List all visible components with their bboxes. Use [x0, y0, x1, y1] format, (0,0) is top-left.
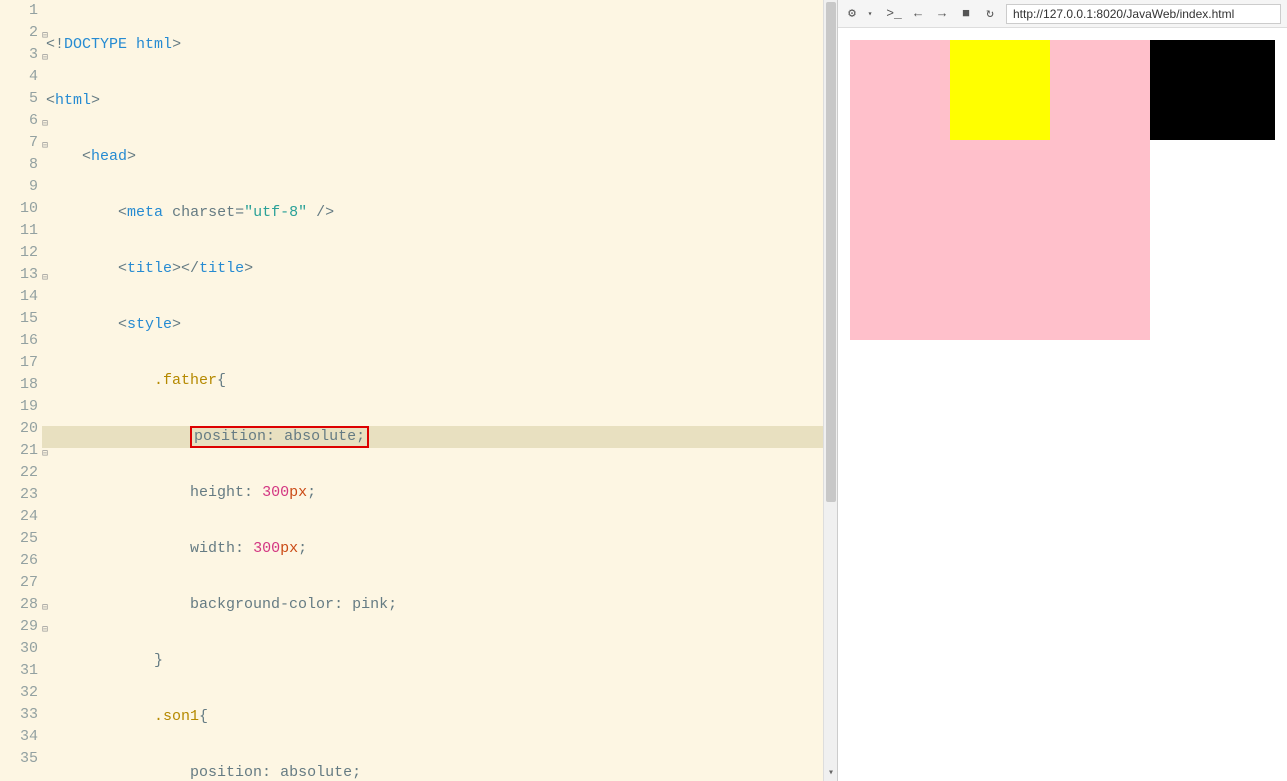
- code-editor[interactable]: 12⊟3⊟456⊟7⊟8910111213⊟1415161718192021⊟2…: [0, 0, 838, 781]
- doctype: DOCTYPE: [64, 36, 127, 53]
- pink-box: [850, 40, 1150, 340]
- chevron-down-icon[interactable]: ▾: [862, 6, 878, 22]
- browser-preview: ⚙ ▾ >_ ← → ■ ↻: [838, 0, 1287, 781]
- terminal-icon[interactable]: >_: [886, 6, 902, 22]
- gear-icon[interactable]: ⚙: [844, 6, 860, 22]
- scrollbar-thumb[interactable]: [826, 2, 836, 502]
- refresh-icon[interactable]: ↻: [982, 6, 998, 22]
- black-box: [1150, 40, 1275, 140]
- yellow-box: [950, 40, 1050, 140]
- preview-viewport: [838, 28, 1287, 781]
- editor-scrollbar[interactable]: ▴ ▾: [823, 0, 837, 781]
- line-gutter: 12⊟3⊟456⊟7⊟8910111213⊟1415161718192021⊟2…: [0, 0, 42, 781]
- preview-toolbar: ⚙ ▾ >_ ← → ■ ↻: [838, 0, 1287, 28]
- stop-icon[interactable]: ■: [958, 6, 974, 22]
- emphasis-red-box: position: absolute;: [190, 426, 369, 448]
- forward-icon[interactable]: →: [934, 6, 950, 22]
- code-content[interactable]: <!DOCTYPE html> <html> <head> <meta char…: [42, 0, 823, 781]
- url-input[interactable]: [1006, 4, 1281, 24]
- back-icon[interactable]: ←: [910, 6, 926, 22]
- scroll-down-icon[interactable]: ▾: [824, 767, 838, 781]
- highlighted-line: position: absolute;: [42, 426, 823, 448]
